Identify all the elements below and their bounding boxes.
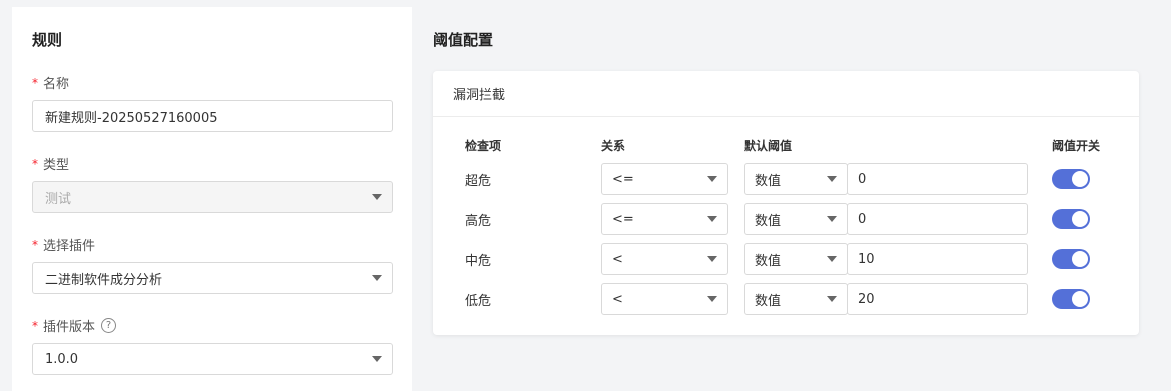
required-mark: * — [32, 156, 38, 171]
row-label-low: 低危 — [465, 294, 492, 309]
caret-down-icon — [372, 194, 382, 200]
threshold-value-input[interactable]: 0 — [847, 203, 1028, 235]
relation-select[interactable]: <= — [601, 163, 728, 195]
row-label-high: 高危 — [465, 214, 492, 229]
threshold-type-select[interactable]: 数值 — [744, 283, 848, 315]
threshold-switch[interactable] — [1052, 209, 1090, 229]
caret-down-icon — [827, 296, 837, 302]
name-label: * 名称 — [32, 75, 70, 93]
threshold-type-select[interactable]: 数值 — [744, 163, 848, 195]
required-mark: * — [32, 75, 38, 90]
switch-knob — [1072, 291, 1088, 307]
threshold-value-input[interactable]: 0 — [847, 163, 1028, 195]
caret-down-icon — [827, 256, 837, 262]
required-mark: * — [32, 237, 38, 252]
plugin-version-select[interactable]: 1.0.0 — [32, 343, 393, 375]
caret-down-icon — [707, 256, 717, 262]
row-label-medium: 中危 — [465, 254, 492, 269]
caret-down-icon — [707, 296, 717, 302]
switch-knob — [1072, 171, 1088, 187]
switch-knob — [1072, 211, 1088, 227]
caret-down-icon — [827, 216, 837, 222]
type-label: * 类型 — [32, 156, 70, 174]
caret-down-icon — [707, 216, 717, 222]
header-relation: 关系 — [601, 139, 626, 153]
rule-section-title: 规则 — [32, 31, 63, 49]
required-mark: * — [32, 318, 38, 333]
threshold-switch[interactable] — [1052, 289, 1090, 309]
card-title: 漏洞拦截 — [433, 71, 1139, 117]
threshold-value-input[interactable]: 10 — [847, 243, 1028, 275]
type-select: 测试 — [32, 181, 393, 213]
relation-select[interactable]: < — [601, 243, 728, 275]
name-input[interactable]: 新建规则-20250527160005 — [32, 100, 393, 132]
caret-down-icon — [707, 176, 717, 182]
row-label-critical: 超危 — [465, 174, 492, 189]
plugin-label: * 选择插件 — [32, 237, 96, 255]
threshold-type-select[interactable]: 数值 — [744, 203, 848, 235]
caret-down-icon — [827, 176, 837, 182]
plugin-version-label: * 插件版本 ? — [32, 316, 117, 335]
plugin-select[interactable]: 二进制软件成分分析 — [32, 262, 393, 294]
relation-select[interactable]: < — [601, 283, 728, 315]
header-threshold-switch: 阈值开关 — [1052, 139, 1101, 153]
switch-knob — [1072, 251, 1088, 267]
caret-down-icon — [372, 275, 382, 281]
help-circle-icon[interactable]: ? — [101, 318, 117, 333]
rule-form-panel: 规则 * 名称 新建规则-20250527160005 * 类型 测试 * 选择… — [12, 7, 412, 391]
threshold-switch[interactable] — [1052, 249, 1090, 269]
caret-down-icon — [372, 356, 382, 362]
vulnerability-intercept-card: 漏洞拦截 检查项 关系 默认阈值 阈值开关 超危 <= 数值 0 高危 <= 数… — [433, 71, 1139, 335]
header-default-threshold: 默认阈值 — [744, 139, 793, 153]
threshold-type-select[interactable]: 数值 — [744, 243, 848, 275]
threshold-value-input[interactable]: 20 — [847, 283, 1028, 315]
relation-select[interactable]: <= — [601, 203, 728, 235]
threshold-switch[interactable] — [1052, 169, 1090, 189]
threshold-config-title: 阈值配置 — [433, 31, 494, 49]
header-check-item: 检查项 — [465, 139, 502, 153]
